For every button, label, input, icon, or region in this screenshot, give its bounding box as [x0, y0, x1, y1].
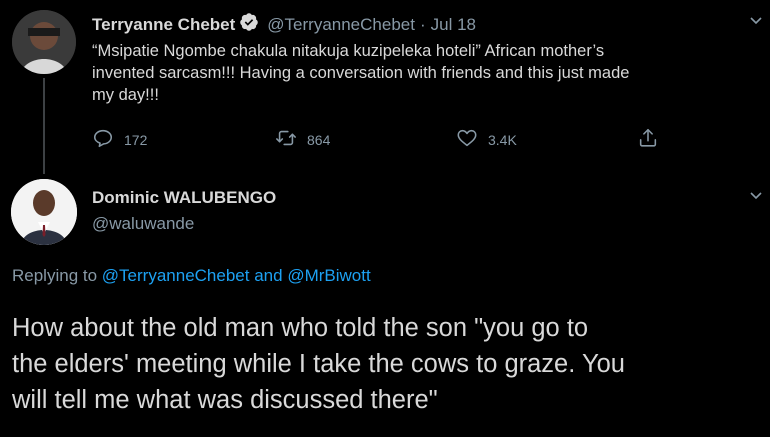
share-icon — [637, 127, 659, 152]
like-count: 3.4K — [488, 131, 517, 148]
tweet-date[interactable]: Jul 18 — [431, 15, 476, 35]
reply-count: 172 — [124, 131, 148, 148]
chevron-down-icon[interactable] — [748, 187, 764, 208]
retweet-button[interactable]: 864 — [275, 127, 330, 152]
tweet-text: “Msipatie Ngombe chakula nitakuja kuzipe… — [92, 40, 762, 106]
reply-mention-link[interactable]: @MrBiwott — [287, 266, 370, 285]
verified-badge-icon — [239, 12, 259, 37]
reply-button[interactable]: 172 — [92, 127, 147, 152]
avatar[interactable] — [11, 179, 77, 245]
separator-dot: · — [419, 14, 426, 34]
tweet-text: How about the old man who told the son "… — [12, 310, 762, 418]
replying-to: Replying to @TerryanneChebet and @MrBiwo… — [12, 266, 371, 286]
retweet-count: 864 — [307, 131, 331, 148]
tweet-text-line: my day!!! — [92, 86, 159, 104]
avatar-image — [12, 10, 76, 74]
avatar[interactable] — [12, 10, 76, 74]
replying-to-label: Replying to — [12, 266, 98, 285]
thread-line — [43, 78, 45, 174]
author-name[interactable]: Dominic WALUBENGO — [92, 188, 276, 208]
tweet-text-line: How about the old man who told the son "… — [12, 314, 589, 342]
author-name[interactable]: Terryanne Chebet — [92, 15, 235, 35]
avatar-image — [11, 179, 77, 245]
replying-and: and — [254, 266, 283, 285]
share-button[interactable] — [637, 127, 659, 152]
tweet-text-line: the elders' meeting while I take the cow… — [12, 350, 625, 378]
chevron-down-icon[interactable] — [748, 12, 764, 33]
reply-icon — [92, 127, 114, 152]
author-handle[interactable]: @TerryanneChebet — [267, 15, 415, 35]
like-icon — [456, 127, 478, 152]
tweet-text-line: “Msipatie Ngombe chakula nitakuja kuzipe… — [92, 42, 605, 60]
author-handle[interactable]: @waluwande — [92, 214, 194, 234]
like-button[interactable]: 3.4K — [456, 127, 517, 152]
retweet-icon — [275, 127, 297, 152]
tweet-text-line: will tell me what was discussed there" — [12, 386, 438, 414]
tweet-text-line: invented sarcasm!!! Having a conversatio… — [92, 64, 630, 82]
reply-mention-link[interactable]: @TerryanneChebet — [102, 266, 250, 285]
